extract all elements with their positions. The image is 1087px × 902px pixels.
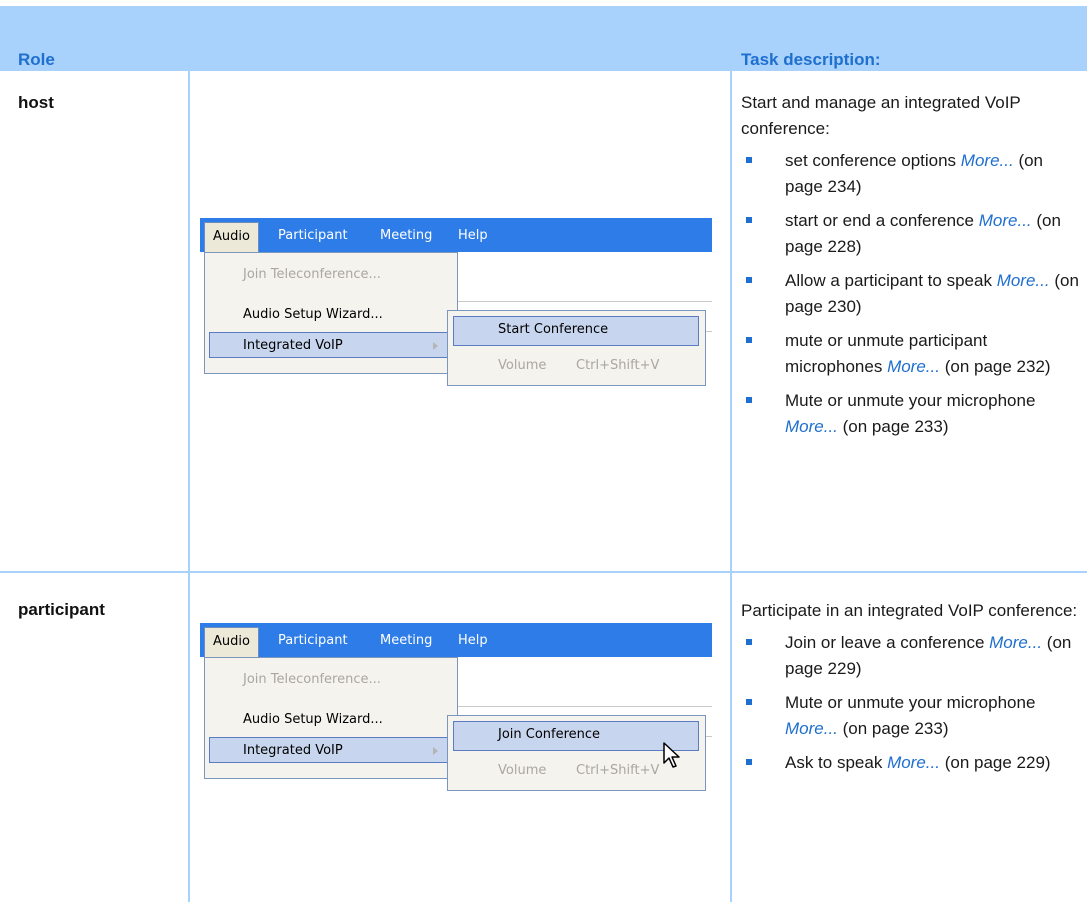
menu-item-volume[interactable]: Volume [498, 763, 546, 778]
menu-participant[interactable]: Participant [278, 633, 348, 648]
menu-meeting[interactable]: Meeting [380, 633, 432, 648]
menu-item-start-conference[interactable]: Start Conference [498, 322, 608, 337]
menu-item-integrated-voip[interactable]: Integrated VoIP [243, 743, 343, 758]
menu-participant[interactable]: Participant [278, 228, 348, 243]
task-item: Allow a participant to speak More... (on… [741, 268, 1081, 320]
menu-audio[interactable]: Audio [204, 222, 259, 256]
role-host: host [18, 93, 54, 112]
bullet-icon [746, 277, 752, 283]
menu-item-audio-setup-wizard[interactable]: Audio Setup Wizard... [243, 307, 383, 322]
menu-item-join-teleconference[interactable]: Join Teleconference... [243, 267, 381, 282]
menu-help[interactable]: Help [458, 228, 488, 243]
menu-meeting[interactable]: Meeting [380, 228, 432, 243]
menu-bar [200, 218, 712, 252]
menu-item-integrated-voip[interactable]: Integrated VoIP [243, 338, 343, 353]
more-link[interactable]: More... [961, 151, 1014, 170]
table-header [0, 6, 1087, 71]
more-link[interactable]: More... [887, 753, 940, 772]
voip-submenu: Start Conference Volume Ctrl+Shift+V [447, 310, 706, 386]
task-item: Join or leave a conference More... (on p… [741, 630, 1081, 682]
bullet-icon [746, 217, 752, 223]
bullet-icon [746, 639, 752, 645]
task-item: start or end a conference More... (on pa… [741, 208, 1081, 260]
more-link[interactable]: More... [989, 633, 1042, 652]
task-description-host: Start and manage an integrated VoIP conf… [741, 90, 1081, 448]
task-item: Mute or unmute your microphone More... (… [741, 388, 1081, 440]
task-intro: Participate in an integrated VoIP confer… [741, 601, 1078, 620]
menu-screenshot-host: Audio Participant Meeting Help Join Tele… [200, 218, 712, 408]
submenu-arrow-icon [433, 747, 438, 755]
menu-help[interactable]: Help [458, 633, 488, 648]
task-item: Ask to speak More... (on page 229) [741, 750, 1081, 776]
task-list: Join or leave a conference More... (on p… [741, 630, 1081, 776]
menu-item-join-teleconference[interactable]: Join Teleconference... [243, 672, 381, 687]
task-item: set conference options More... (on page … [741, 148, 1081, 200]
bullet-icon [746, 397, 752, 403]
menu-shortcut-volume: Ctrl+Shift+V [576, 763, 660, 778]
window-divider [456, 706, 712, 707]
column-divider-left [188, 71, 190, 902]
menu-shortcut-volume: Ctrl+Shift+V [576, 358, 660, 373]
menu-item-join-conference[interactable]: Join Conference [498, 727, 600, 742]
role-participant: participant [18, 600, 105, 619]
task-item: mute or unmute participant microphones M… [741, 328, 1081, 380]
bullet-icon [746, 157, 752, 163]
row-divider [0, 571, 1087, 573]
menu-item-volume[interactable]: Volume [498, 358, 546, 373]
bullet-icon [746, 699, 752, 705]
column-header-task-description: Task description: [741, 50, 881, 69]
menu-audio[interactable]: Audio [204, 627, 259, 661]
task-list: set conference options More... (on page … [741, 148, 1081, 440]
more-link[interactable]: More... [887, 357, 940, 376]
more-link[interactable]: More... [785, 719, 838, 738]
task-description-participant: Participate in an integrated VoIP confer… [741, 598, 1081, 784]
more-link[interactable]: More... [979, 211, 1032, 230]
task-item: Mute or unmute your microphone More... (… [741, 690, 1081, 742]
menu-bar [200, 623, 712, 657]
column-header-role: Role [18, 50, 55, 69]
more-link[interactable]: More... [785, 417, 838, 436]
mouse-cursor-icon [663, 742, 680, 768]
menu-screenshot-participant: Audio Participant Meeting Help Join Tele… [200, 623, 712, 813]
bullet-icon [746, 759, 752, 765]
audio-dropdown: Join Teleconference... Audio Setup Wizar… [204, 252, 458, 374]
bullet-icon [746, 337, 752, 343]
menu-item-audio-setup-wizard[interactable]: Audio Setup Wizard... [243, 712, 383, 727]
submenu-arrow-icon [433, 342, 438, 350]
more-link[interactable]: More... [997, 271, 1050, 290]
task-intro: Start and manage an integrated VoIP conf… [741, 93, 1021, 138]
window-divider [456, 301, 712, 302]
audio-dropdown: Join Teleconference... Audio Setup Wizar… [204, 657, 458, 779]
column-divider-right [730, 71, 732, 902]
